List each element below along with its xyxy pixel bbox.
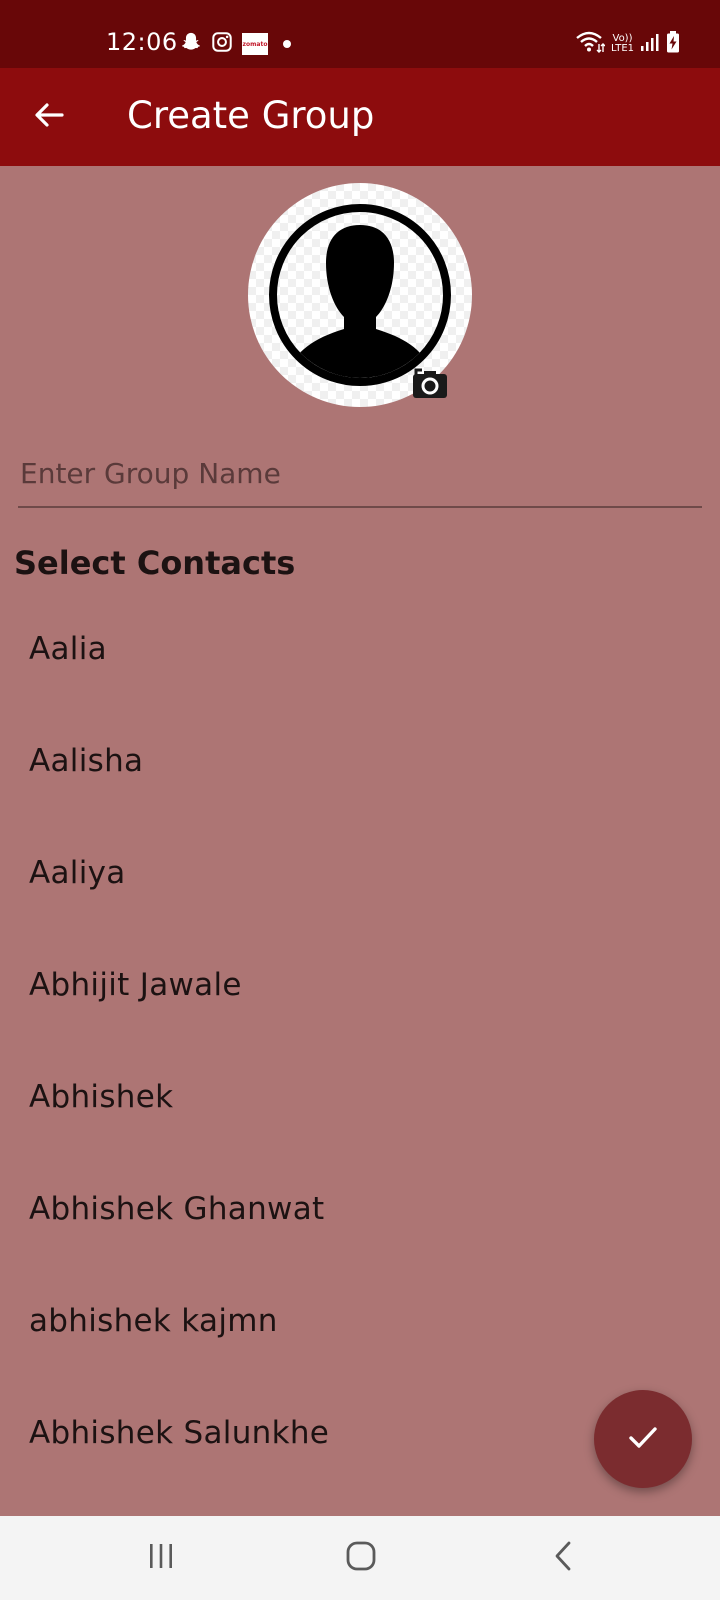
list-item[interactable]: Abhishek <box>0 1041 720 1153</box>
contact-name: Aalia <box>29 631 107 667</box>
instagram-icon <box>211 31 233 57</box>
list-item[interactable]: Aalisha <box>0 705 720 817</box>
notification-dot-icon <box>283 40 291 48</box>
home-button[interactable] <box>331 1534 391 1582</box>
group-name-input[interactable] <box>18 440 702 508</box>
contact-list: Aalia Aalisha Aaliya Abhijit Jawale Abhi… <box>0 593 720 1489</box>
battery-charging-icon <box>666 31 680 57</box>
page-title: Create Group <box>127 94 375 137</box>
app-bar: Create Group <box>0 68 720 166</box>
back-icon <box>551 1540 575 1576</box>
signal-icon <box>640 32 660 56</box>
camera-button[interactable] <box>410 367 450 401</box>
wifi-icon <box>575 30 606 58</box>
select-contacts-title: Select Contacts <box>14 544 296 582</box>
status-left-icons: zomato <box>180 32 291 56</box>
volte-text-bottom: LTE1 <box>611 43 634 54</box>
contact-name: Abhishek Salunkhe <box>29 1415 330 1451</box>
contact-name: Abhijit Jawale <box>29 967 242 1003</box>
status-right-icons: Vo)) LTE1 <box>575 30 680 58</box>
back-button[interactable] <box>24 92 74 142</box>
camera-icon <box>410 368 450 405</box>
home-icon <box>345 1540 377 1576</box>
contact-name: Abhishek Ghanwat <box>29 1191 325 1227</box>
list-item[interactable]: Aaliya <box>0 817 720 929</box>
recent-apps-button[interactable] <box>131 1534 191 1582</box>
volte-icon: Vo)) LTE1 <box>611 34 634 54</box>
arrow-back-icon <box>34 100 64 134</box>
recent-apps-icon <box>146 1542 176 1574</box>
contact-name: abhishek kajmn <box>29 1303 278 1339</box>
system-back-button[interactable] <box>533 1534 593 1582</box>
check-icon <box>625 1419 661 1459</box>
contact-name: Aaliya <box>29 855 126 891</box>
list-item[interactable]: Aalia <box>0 593 720 705</box>
status-bar: 12:06 zomato Vo)) LTE1 <box>0 0 720 68</box>
list-item[interactable]: Abhishek Ghanwat <box>0 1153 720 1265</box>
contact-name: Abhishek <box>29 1079 174 1115</box>
zomato-icon: zomato <box>242 33 268 55</box>
confirm-fab-button[interactable] <box>594 1390 692 1488</box>
snapchat-icon <box>180 31 202 57</box>
contact-name: Aalisha <box>29 743 144 779</box>
system-nav-bar <box>0 1516 720 1600</box>
list-item[interactable]: Abhijit Jawale <box>0 929 720 1041</box>
status-time: 12:06 <box>106 28 178 56</box>
list-item[interactable]: abhishek kajmn <box>0 1265 720 1377</box>
